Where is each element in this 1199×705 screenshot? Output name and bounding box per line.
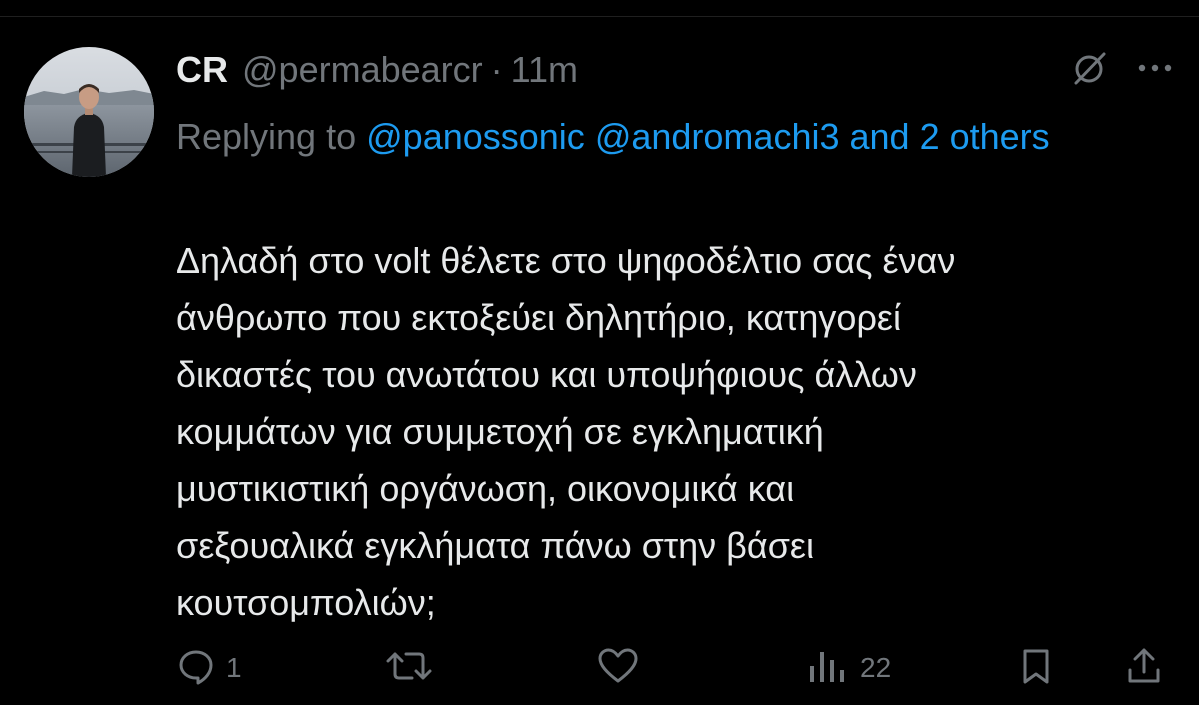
share-button[interactable] xyxy=(1124,640,1164,696)
retweet-icon xyxy=(384,646,434,691)
tweet-header: CR @permabearcr · 11m xyxy=(176,46,578,94)
mention-link-2[interactable]: @andromachi3 xyxy=(595,116,840,157)
bookmark-button[interactable] xyxy=(1016,640,1056,696)
views-count: 22 xyxy=(860,652,892,683)
share-icon xyxy=(1124,646,1164,691)
avatar-photo xyxy=(24,47,154,177)
header-icons xyxy=(1069,48,1175,88)
slashed-circle-icon[interactable] xyxy=(1069,48,1109,88)
tweet-actions: 1 22 xyxy=(0,640,1199,696)
reply-prefix: Replying to xyxy=(176,116,357,157)
like-button[interactable] xyxy=(596,640,650,696)
tweet-text: Δηλαδή στο volt θέλετε στο ψηφοδέλτιο σα… xyxy=(176,240,956,623)
avatar[interactable] xyxy=(24,47,154,177)
reply-context: Replying to @panossonic @andromachi3 and… xyxy=(176,106,1116,168)
views-button[interactable]: 22 xyxy=(806,640,891,696)
retweet-button[interactable] xyxy=(384,640,444,696)
views-icon xyxy=(806,646,850,691)
author-display-name[interactable]: CR xyxy=(176,49,228,91)
others-link[interactable]: and 2 others xyxy=(850,116,1050,157)
bookmark-icon xyxy=(1016,646,1056,691)
top-divider xyxy=(0,16,1199,17)
reply-count: 1 xyxy=(226,652,242,683)
reply-button[interactable]: 1 xyxy=(176,640,242,696)
reply-icon xyxy=(176,646,216,691)
mention-link-1[interactable]: @panossonic xyxy=(366,116,585,157)
more-dots-icon[interactable] xyxy=(1135,48,1175,88)
separator-dot: · xyxy=(490,49,503,90)
tweet-timestamp[interactable]: 11m xyxy=(511,49,578,91)
heart-icon xyxy=(596,646,640,691)
author-handle[interactable]: @permabearcr xyxy=(242,49,483,91)
